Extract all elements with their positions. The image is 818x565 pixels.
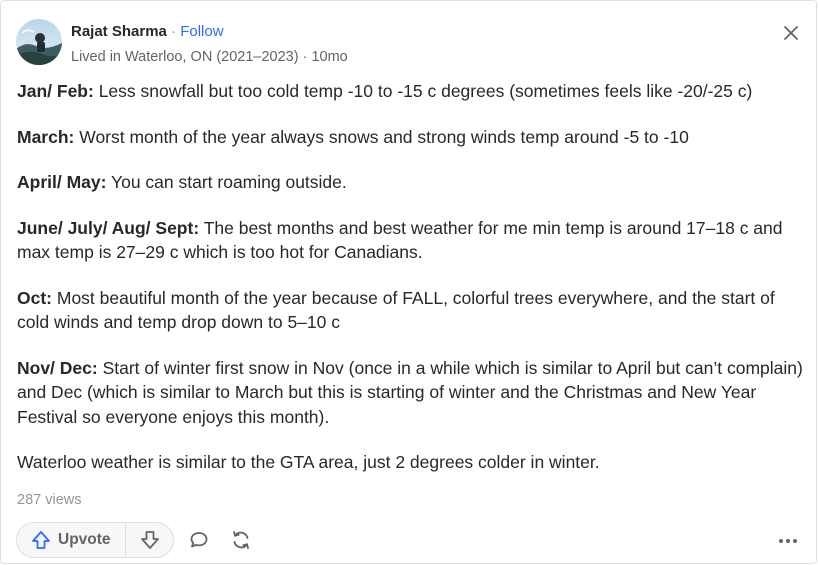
comment-button[interactable]	[185, 526, 213, 554]
author-avatar[interactable]	[16, 19, 62, 65]
upvote-button[interactable]: Upvote	[17, 523, 126, 557]
paragraph: Waterloo weather is similar to the GTA a…	[17, 450, 807, 475]
paragraph-text: You can start roaming outside.	[106, 172, 347, 192]
separator-dot: ·	[166, 23, 181, 40]
author-credential: Lived in Waterloo, ON (2021–2023) · 10mo	[71, 49, 348, 65]
comment-bubble-icon	[190, 532, 208, 548]
paragraph: March: Worst month of the year always sn…	[17, 125, 807, 150]
paragraph: April/ May: You can start roaming outsid…	[17, 170, 807, 195]
upvote-label: Upvote	[58, 531, 111, 548]
vote-group: Upvote	[16, 522, 174, 558]
answer-content: Jan/ Feb: Less snowfall but too cold tem…	[17, 79, 807, 496]
more-dots-icon	[779, 539, 797, 543]
paragraph-heading: Jan/ Feb:	[17, 81, 94, 101]
paragraph-heading: Oct:	[17, 287, 52, 308]
avatar-image	[16, 19, 62, 65]
follow-button[interactable]: Follow	[180, 23, 223, 40]
paragraph-heading: March:	[17, 126, 75, 147]
author-name[interactable]: Rajat Sharma	[71, 23, 167, 40]
close-button[interactable]	[779, 21, 803, 45]
answer-card: Rajat Sharma · Follow Lived in Waterloo,…	[0, 0, 817, 564]
share-button[interactable]	[227, 526, 255, 554]
author-line: Rajat Sharma · Follow	[71, 23, 224, 41]
upvote-arrow-icon	[32, 531, 50, 549]
view-count: 287 views	[17, 492, 82, 508]
close-icon	[784, 26, 798, 40]
paragraph-text: Less snowfall but too cold temp -10 to -…	[93, 81, 753, 101]
paragraph-heading: June/ July/ Aug/ Sept:	[17, 217, 200, 238]
downvote-button[interactable]	[126, 523, 173, 557]
paragraph-heading: Nov/ Dec:	[17, 357, 98, 378]
paragraph: June/ July/ Aug/ Sept: The best months a…	[17, 216, 807, 265]
paragraph-text: Worst month of the year always snows and…	[74, 126, 689, 147]
downvote-arrow-icon	[140, 531, 159, 549]
paragraph: Nov/ Dec: Start of winter first snow in …	[17, 356, 807, 430]
share-reload-icon	[233, 531, 249, 549]
more-options-button[interactable]	[775, 529, 801, 553]
paragraph-text: Waterloo weather is similar to the GTA a…	[17, 452, 600, 472]
paragraph-heading: April/ May:	[17, 172, 107, 192]
paragraph: Oct: Most beautiful month of the year be…	[17, 286, 807, 335]
paragraph: Jan/ Feb: Less snowfall but too cold tem…	[17, 79, 807, 104]
paragraph-text: Most beautiful month of the year because…	[17, 287, 775, 333]
paragraph-text: Start of winter first snow in Nov (once …	[17, 357, 803, 427]
